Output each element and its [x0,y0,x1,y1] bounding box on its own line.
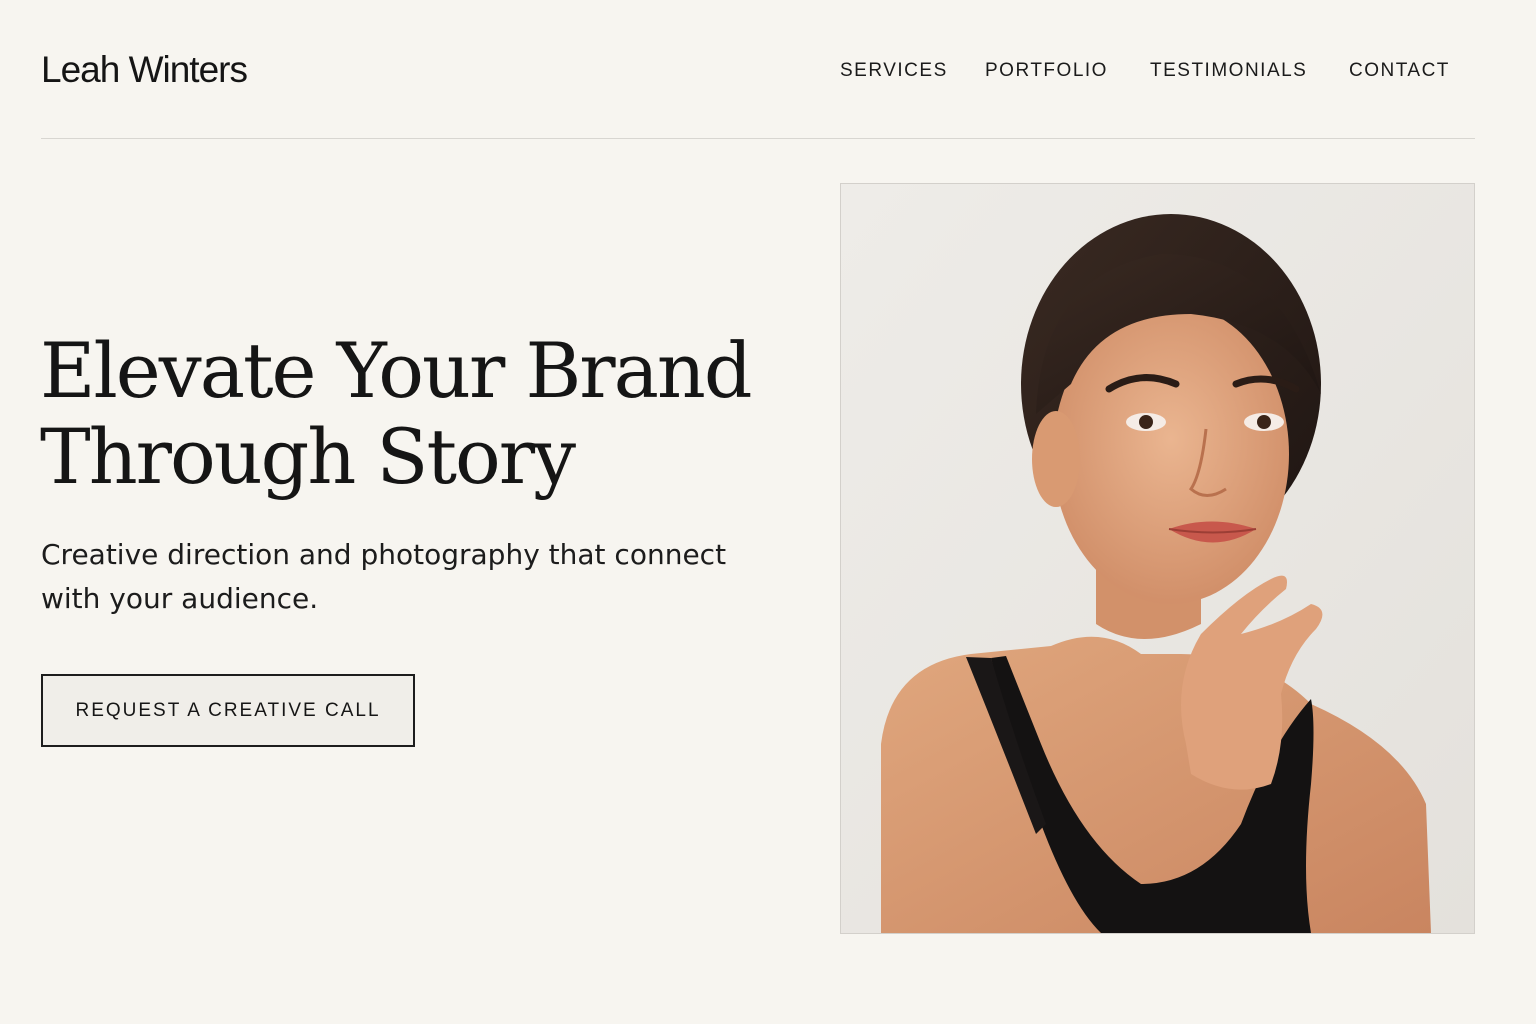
nav-portfolio[interactable]: PORTFOLIO [985,58,1108,84]
hero-portrait-photo [840,183,1475,934]
hero-headline-line-2: Through Story [40,412,576,501]
hero-headline-line-1: Elevate Your Brand [40,326,753,415]
hero-subtext-line-2: with your audience. [41,582,319,615]
hero-subtext-line-1: Creative direction and photography that … [41,538,727,571]
nav-services[interactable]: SERVICES [840,58,948,84]
nav-contact[interactable]: CONTACT [1349,58,1450,84]
main-nav: SERVICES PORTFOLIO TESTIMONIALS CONTACT [0,58,1536,86]
header-divider [41,138,1475,139]
request-creative-call-button[interactable]: REQUEST A CREATIVE CALL [41,674,415,747]
portrait-illustration [841,184,1474,933]
hero-subtext: Creative direction and photography that … [41,533,781,621]
hero-headline: Elevate Your Brand Through Story [40,328,800,500]
nav-testimonials[interactable]: TESTIMONIALS [1150,58,1307,84]
